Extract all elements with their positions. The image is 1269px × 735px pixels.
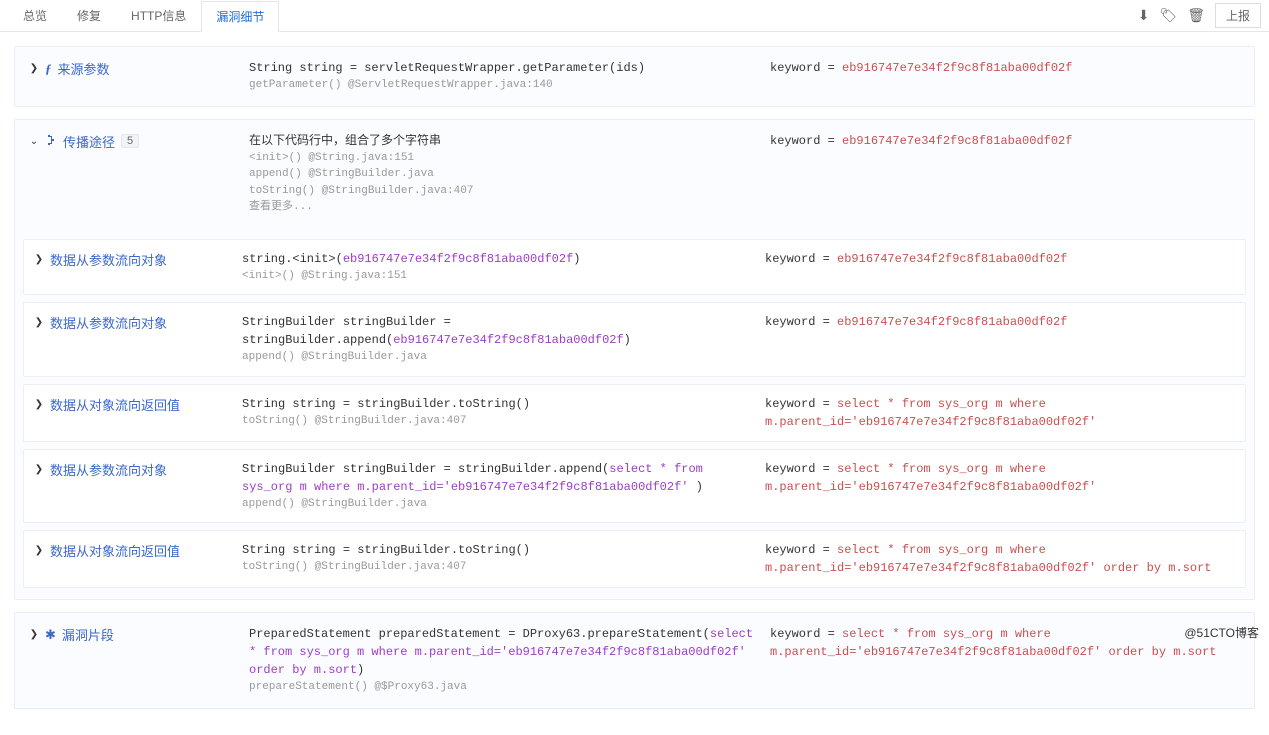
item-code: String string = stringBuilder.toString()…: [242, 541, 755, 576]
item-keyword: keyword = select * from sys_org m where …: [765, 460, 1235, 496]
keyword-label: keyword =: [765, 397, 837, 411]
propagation-count: 5: [121, 134, 139, 148]
propagation-item: ❯ 数据从对象流向返回值 String string = stringBuild…: [23, 530, 1246, 588]
chevron-right-icon: ❯: [34, 254, 44, 264]
propagation-item: ❯ 数据从对象流向返回值 String string = stringBuild…: [23, 384, 1246, 442]
item-code: StringBuilder stringBuilder = stringBuil…: [242, 313, 755, 366]
fragment-header[interactable]: ❯ ✱ 漏洞片段: [29, 625, 239, 644]
item-header[interactable]: ❯ 数据从对象流向返回值: [34, 395, 232, 414]
item-keyword: keyword = eb916747e7e34f2f9c8f81aba00df0…: [765, 313, 1235, 331]
fragment-panel: ❯ ✱ 漏洞片段 PreparedStatement preparedState…: [14, 612, 1255, 709]
report-button[interactable]: 上报: [1215, 3, 1261, 28]
item-keyword: keyword = select * from sys_org m where …: [765, 541, 1235, 577]
source-header[interactable]: ❯ ƒ 来源参数: [29, 59, 239, 78]
source-keyword: keyword = eb916747e7e34f2f9c8f81aba00df0…: [770, 59, 1240, 77]
chevron-right-icon: ❯: [34, 546, 44, 556]
summary-line-2: toString() @StringBuilder.java:407: [249, 183, 760, 200]
propagation-item: ❯ 数据从参数流向对象 StringBuilder stringBuilder …: [23, 302, 1246, 377]
item-title: 数据从对象流向返回值: [50, 541, 180, 560]
source-meta: getParameter() @ServletRequestWrapper.ja…: [249, 77, 760, 94]
item-meta: append() @StringBuilder.java: [242, 349, 755, 366]
chevron-right-icon: ❯: [29, 630, 39, 640]
item-header[interactable]: ❯ 数据从对象流向返回值: [34, 541, 232, 560]
item-header[interactable]: ❯ 数据从参数流向对象: [34, 250, 232, 269]
content-area: ❯ ƒ 来源参数 String string = servletRequestW…: [0, 32, 1269, 735]
propagation-items: ❯ 数据从参数流向对象 string.<init>(eb916747e7e34f…: [15, 228, 1254, 600]
item-title: 数据从对象流向返回值: [50, 395, 180, 414]
function-icon: ƒ: [45, 61, 52, 77]
item-code: StringBuilder stringBuilder = stringBuil…: [242, 460, 755, 513]
toolbar-actions: ⬇ 🏷 🗑 上报: [1138, 3, 1261, 28]
keyword-label: keyword =: [765, 315, 837, 329]
chevron-right-icon: ❯: [29, 64, 39, 74]
item-code: String string = stringBuilder.toString()…: [242, 395, 755, 430]
fragment-code: PreparedStatement preparedStatement = DP…: [249, 625, 760, 696]
gear-icon: ✱: [45, 627, 56, 643]
delete-icon[interactable]: 🗑: [1187, 7, 1205, 24]
tab-fix[interactable]: 修复: [62, 0, 116, 31]
item-code: string.<init>(eb916747e7e34f2f9c8f81aba0…: [242, 250, 755, 285]
item-meta: toString() @StringBuilder.java:407: [242, 559, 755, 576]
download-icon[interactable]: ⬇: [1138, 7, 1150, 24]
keyword-label: keyword =: [765, 462, 837, 476]
summary-line-0: <init>() @String.java:151: [249, 150, 760, 167]
source-code-line: String string = servletRequestWrapper.ge…: [249, 59, 760, 77]
propagation-title: 传播途径: [63, 132, 115, 151]
keyword-label: keyword =: [770, 134, 842, 148]
fragment-keyword: keyword = select * from sys_org m where …: [770, 625, 1240, 661]
item-meta: <init>() @String.java:151: [242, 268, 755, 285]
summary-line-1: append() @StringBuilder.java: [249, 166, 760, 183]
item-keyword: keyword = eb916747e7e34f2f9c8f81aba00df0…: [765, 250, 1235, 268]
chevron-right-icon: ❯: [34, 318, 44, 328]
tab-vuln-detail[interactable]: 漏洞细节: [201, 1, 279, 32]
tab-overview[interactable]: 总览: [8, 0, 62, 31]
top-bar: 总览 修复 HTTP信息 漏洞细节 ⬇ 🏷 🗑 上报: [0, 0, 1269, 32]
item-header[interactable]: ❯ 数据从参数流向对象: [34, 460, 232, 479]
keyword-value: eb916747e7e34f2f9c8f81aba00df02f: [837, 252, 1067, 266]
item-header[interactable]: ❯ 数据从参数流向对象: [34, 313, 232, 332]
propagation-keyword: keyword = eb916747e7e34f2f9c8f81aba00df0…: [770, 132, 1240, 150]
keyword-label: keyword =: [770, 61, 842, 75]
item-title: 数据从参数流向对象: [50, 250, 167, 269]
summary-title: 在以下代码行中，组合了多个字符串: [249, 132, 760, 150]
chevron-right-icon: ❯: [34, 464, 44, 474]
keyword-value: eb916747e7e34f2f9c8f81aba00df02f: [837, 315, 1067, 329]
item-keyword: keyword = select * from sys_org m where …: [765, 395, 1235, 431]
chevron-right-icon: ❯: [34, 399, 44, 409]
watermark: @51CTO博客: [1184, 624, 1259, 641]
keyword-label: keyword =: [765, 252, 837, 266]
item-meta: toString() @StringBuilder.java:407: [242, 413, 755, 430]
tag-icon[interactable]: 🏷: [1159, 7, 1177, 24]
tab-http-info[interactable]: HTTP信息: [116, 0, 201, 31]
item-title: 数据从参数流向对象: [50, 313, 167, 332]
item-meta: append() @StringBuilder.java: [242, 496, 755, 513]
propagation-item: ❯ 数据从参数流向对象 string.<init>(eb916747e7e34f…: [23, 239, 1246, 296]
chevron-down-icon: ⌄: [29, 136, 39, 146]
path-icon: [45, 134, 57, 149]
source-panel: ❯ ƒ 来源参数 String string = servletRequestW…: [14, 46, 1255, 107]
propagation-item: ❯ 数据从参数流向对象 StringBuilder stringBuilder …: [23, 449, 1246, 524]
keyword-value: eb916747e7e34f2f9c8f81aba00df02f: [842, 61, 1072, 75]
keyword-label: keyword =: [770, 627, 842, 641]
source-code: String string = servletRequestWrapper.ge…: [249, 59, 760, 94]
item-title: 数据从参数流向对象: [50, 460, 167, 479]
tab-list: 总览 修复 HTTP信息 漏洞细节: [8, 0, 279, 31]
keyword-value: eb916747e7e34f2f9c8f81aba00df02f: [842, 134, 1072, 148]
propagation-header[interactable]: ⌄ 传播途径 5: [29, 132, 239, 151]
fragment-title: 漏洞片段: [62, 625, 114, 644]
propagation-panel: ⌄ 传播途径 5 在以下代码行中，组合了多个字符串 <init>() @Stri…: [14, 119, 1255, 601]
keyword-label: keyword =: [765, 543, 837, 557]
source-title: 来源参数: [58, 59, 110, 78]
propagation-summary: 在以下代码行中，组合了多个字符串 <init>() @String.java:1…: [249, 132, 760, 216]
fragment-meta: prepareStatement() @$Proxy63.java: [249, 679, 760, 696]
summary-more[interactable]: 查看更多...: [249, 199, 760, 216]
